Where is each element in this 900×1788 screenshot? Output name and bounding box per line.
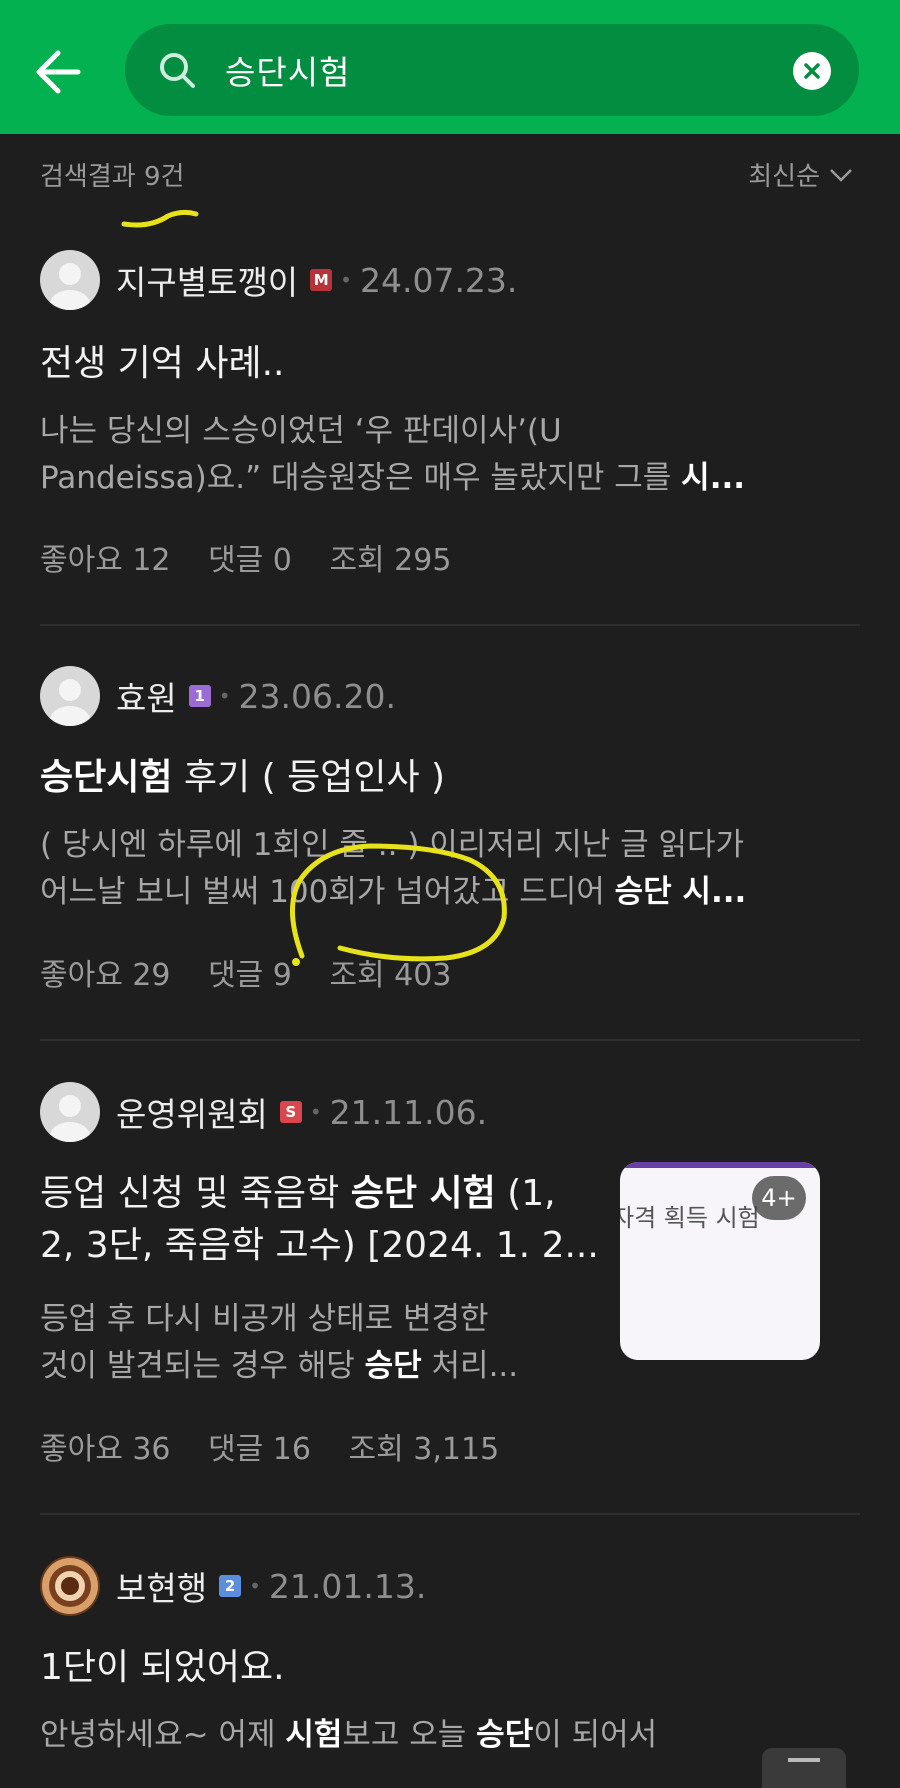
image-count-badge: 4+ [752,1176,806,1220]
result-count: 검색결과 9건 [40,162,185,192]
post-snippet: 등업 후 다시 비공개 상태로 변경한 것이 발견되는 경우 해당 승단 처리.… [40,1296,518,1390]
like-count: 좋아요 12 [40,543,171,578]
avatar[interactable] [40,250,100,310]
annotation-underline [121,209,199,228]
snippet-line: ( 당시엔 하루에 1회인 줄 .. ) 이리저리 지난 글 읽다가 [40,827,745,863]
title-text: (1, [495,1173,556,1214]
comment-count: 댓글 9 [208,958,292,993]
like-count: 좋아요 29 [40,958,171,993]
title-text: 등업 신청 및 죽음학 [40,1173,351,1214]
post-title[interactable]: 승단시험 후기 ( 등업인사 ) [40,752,445,804]
author-name[interactable]: 효원 [116,672,177,720]
menu-icon [788,1758,820,1762]
avatar[interactable] [40,1082,100,1142]
avatar[interactable] [40,666,100,726]
post-stats: 좋아요 29 댓글 9 조회 403 [40,950,479,994]
view-count: 조회 3,115 [348,1432,500,1467]
title-line: 2, 3단, 죽음학 고수) [2024. 1. 2... [40,1225,599,1266]
sort-label: 최신순 [748,162,820,192]
post-date: 24.07.23. [359,260,518,300]
view-count: 조회 295 [329,543,452,578]
divider [40,1513,860,1515]
snippet-line: 어느날 보니 벌써 100회가 넘어갔고 드디어 승단 시... [40,869,746,916]
chevron-down-icon [830,168,852,182]
level-badge: 1 [188,685,211,707]
snippet-highlight: 승단 시... [614,874,747,910]
top-bar: 승단시험 [0,0,900,134]
post-snippet: ( 당시엔 하루에 1회인 줄 .. ) 이리저리 지난 글 읽다가 어느날 보… [40,822,746,916]
snippet-line: 등업 후 다시 비공개 상태로 변경한 [40,1301,489,1337]
snippet-line: Pandeissa)요.” 대승원장은 매우 놀랐지만 그를 시... [40,455,745,502]
snippet-line: 안녕하세요~ 어제 시험보고 오늘 승단이 되어서 [40,1712,657,1759]
separator-dot: • [309,1100,322,1124]
staff-badge: S [279,1101,302,1123]
author-name[interactable]: 운영위원회 [116,1088,268,1136]
author-name[interactable]: 지구별토깽이 [116,256,298,304]
scroll-top-button[interactable] [762,1748,846,1788]
snippet-text: 보고 오늘 [342,1717,477,1753]
post-title[interactable]: 등업 신청 및 죽음학 승단 시험 (1, 2, 3단, 죽음학 고수) [20… [40,1168,599,1272]
title-text: 후기 ( 등업인사 ) [172,757,446,798]
snippet-line: 나는 당신의 스승이었던 ‘우 판데이사’(U [40,413,562,449]
snippet-text: 안녕하세요~ 어제 [40,1717,286,1753]
divider [40,1039,860,1041]
post-date: 21.11.06. [329,1092,488,1132]
separator-dot: • [249,1574,261,1598]
member-badge: M [310,269,333,291]
back-arrow-icon[interactable] [30,42,90,102]
post-thumbnail[interactable]: 자격 획득 시험 4+ [620,1162,820,1360]
separator-dot: • [218,684,231,708]
sort-dropdown[interactable]: 최신순 [748,156,854,193]
post-stats: 좋아요 12 댓글 0 조회 295 [40,535,479,579]
post-snippet: 안녕하세요~ 어제 시험보고 오늘 승단이 되어서 [40,1712,657,1759]
snippet-text: 처리... [421,1348,519,1384]
snippet-text: 어느날 보니 벌써 100회가 넘어갔고 드디어 [40,874,615,910]
snippet-highlight: 승단 [476,1717,534,1753]
snippet-line: 것이 발견되는 경우 해당 승단 처리... [40,1343,518,1390]
post-title[interactable]: 전생 기억 사례.. [40,338,285,390]
divider [40,624,860,626]
post-date: 21.01.13. [268,1566,427,1606]
search-input[interactable]: 승단시험 [225,46,350,94]
thumbnail-text: 자격 획득 시험 [620,1204,760,1232]
view-count: 조회 403 [329,958,452,993]
title-highlight: 승단 시험 [350,1173,496,1214]
author-name[interactable]: 보현행 [116,1562,207,1610]
search-box[interactable]: 승단시험 [125,24,859,116]
clear-icon[interactable] [793,52,831,90]
avatar[interactable] [40,1556,100,1616]
snippet-text: 이 되어서 [533,1717,658,1753]
level-badge: 2 [219,1575,242,1597]
comment-count: 댓글 16 [208,1432,311,1467]
post-snippet: 나는 당신의 스승이었던 ‘우 판데이사’(U Pandeissa)요.” 대승… [40,408,745,502]
post-date: 23.06.20. [238,676,396,716]
snippet-highlight: 시험 [285,1717,343,1753]
search-icon [157,50,197,90]
snippet-text: Pandeissa)요.” 대승원장은 매우 놀랐지만 그를 [40,460,682,496]
comment-count: 댓글 0 [208,543,292,578]
title-highlight: 승단시험 [40,757,173,798]
snippet-highlight: 시... [681,460,746,496]
post-stats: 좋아요 36 댓글 16 조회 3,115 [40,1424,527,1468]
like-count: 좋아요 36 [40,1432,171,1467]
snippet-highlight: 승단 [364,1348,422,1384]
post-title[interactable]: 1단이 되었어요. [40,1642,285,1694]
title-line: 등업 신청 및 죽음학 승단 시험 (1, [40,1168,599,1220]
separator-dot: • [340,268,352,292]
snippet-text: 것이 발견되는 경우 해당 [40,1348,365,1384]
thumbnail-header-bar [620,1162,820,1168]
